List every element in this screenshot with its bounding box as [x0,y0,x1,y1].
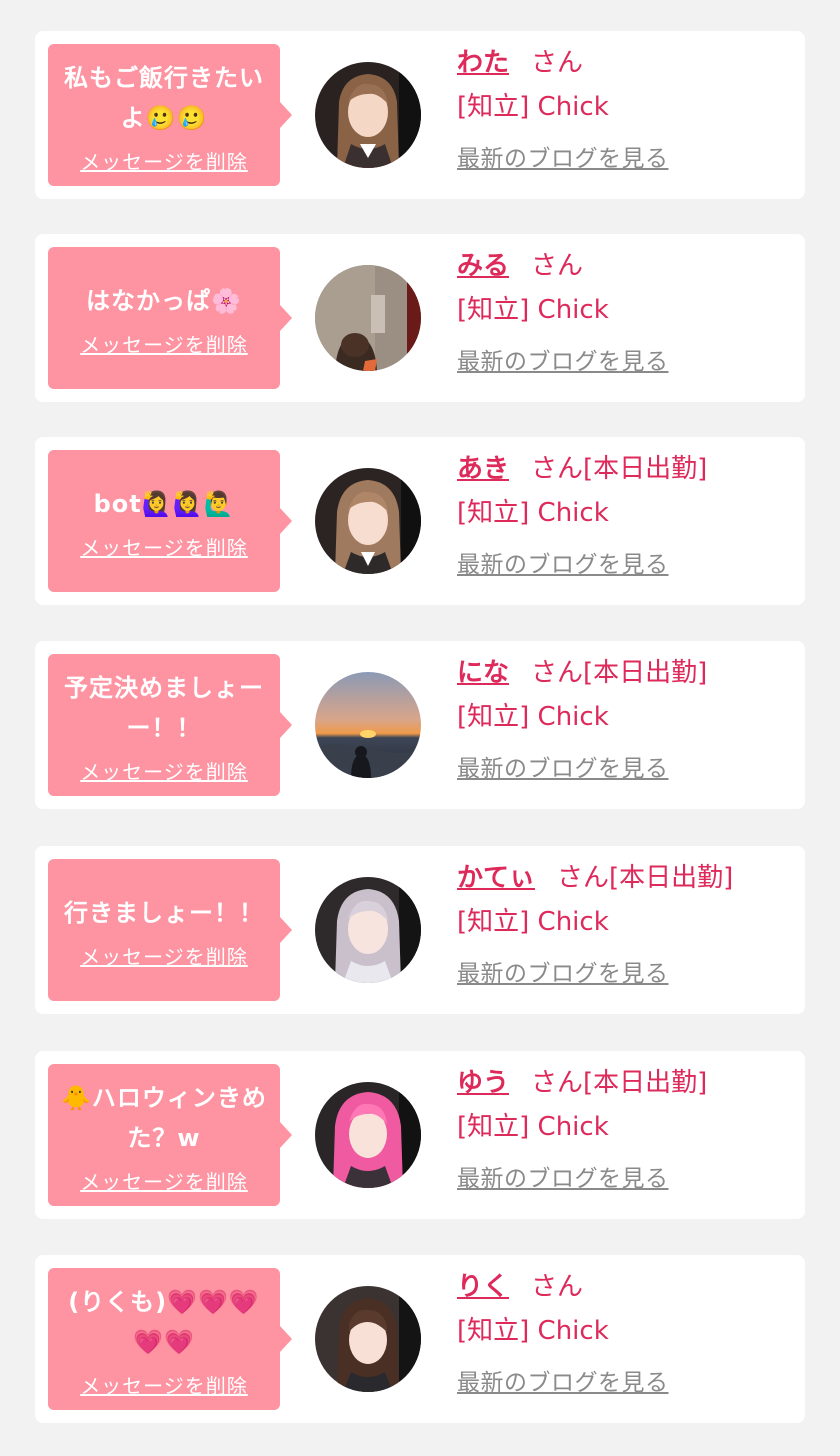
message-text: はなかっぱ🌸 [86,281,242,321]
latest-blog-link[interactable]: 最新のブログを見る [457,1163,669,1195]
user-status: さん[本日出勤] [531,658,708,688]
latest-blog-link[interactable]: 最新のブログを見る [457,1367,669,1399]
shop-name: [知立] Chick [457,498,609,528]
user-status: さん [531,1272,584,1302]
user-info: あき さん[本日出勤] [知立] Chick 最新のブログを見る [457,449,797,581]
message-line: 私もご飯行きたい [64,63,264,92]
user-name-link[interactable]: わた [457,48,509,78]
message-line: 🐥ハロウィンきめ [61,1083,267,1112]
delete-message-link[interactable]: メッセージを削除 [80,1166,248,1195]
delete-message-link[interactable]: メッセージを削除 [80,532,248,561]
delete-message-link[interactable]: メッセージを削除 [80,1370,248,1399]
user-info: みる さん [知立] Chick 最新のブログを見る [457,246,797,378]
message-text: 🐥ハロウィンきめ た？w [61,1078,267,1158]
delete-message-link[interactable]: メッセージを削除 [80,941,248,970]
message-line: よ🥲🥲 [120,103,208,132]
latest-blog-link[interactable]: 最新のブログを見る [457,958,669,990]
message-line: (りくも)💗💗💗 [68,1287,260,1316]
message-list: 私もご飯行きたい よ🥲🥲 メッセージを削除 わた さん [知立] Chick 最新… [0,0,840,1456]
user-name-link[interactable]: みる [457,251,509,281]
user-info: にな さん[本日出勤] [知立] Chick 最新のブログを見る [457,653,797,785]
user-name-link[interactable]: かてぃ [457,863,535,893]
user-status: さん[本日出勤] [531,1068,708,1098]
avatar[interactable] [315,62,421,168]
avatar[interactable] [315,1286,421,1392]
girl-selfie-avatar-icon [315,1286,421,1392]
avatar[interactable] [315,877,421,983]
shop-name: [知立] Chick [457,1112,609,1142]
message-card: 🐥ハロウィンきめ た？w メッセージを削除 ゆう さん[本日出勤] [知立] Ch… [35,1051,805,1219]
avatar[interactable] [315,468,421,574]
message-bubble: 🐥ハロウィンきめ た？w メッセージを削除 [48,1064,292,1206]
user-status: さん[本日出勤] [557,863,734,893]
user-info: ゆう さん[本日出勤] [知立] Chick 最新のブログを見る [457,1063,797,1195]
message-card: はなかっぱ🌸 メッセージを削除 みる さん [知立] Chick 最新のブログを見… [35,234,805,402]
user-info: りく さん [知立] Chick 最新のブログを見る [457,1267,797,1399]
user-info: わた さん [知立] Chick 最新のブログを見る [457,43,797,175]
avatar[interactable] [315,265,421,371]
message-line: た？w [127,1123,201,1152]
message-bubble: bot🙋‍♀️🙋‍♀️🙋‍♂️ メッセージを削除 [48,450,292,592]
avatar[interactable] [315,672,421,778]
message-card: (りくも)💗💗💗 💗💗 メッセージを削除 りく さん [知立] Chick 最新の… [35,1255,805,1423]
delete-message-link[interactable]: メッセージを削除 [80,756,248,785]
shop-name: [知立] Chick [457,92,609,122]
message-text: 私もご飯行きたい よ🥲🥲 [64,58,264,138]
shop-name: [知立] Chick [457,295,609,325]
message-text: 行きましょー！！ [64,893,264,933]
user-status: さん [531,48,584,78]
message-bubble: 私もご飯行きたい よ🥲🥲 メッセージを削除 [48,44,292,186]
user-name-link[interactable]: りく [457,1272,509,1302]
latest-blog-link[interactable]: 最新のブログを見る [457,143,669,175]
message-text: 予定決めましょー ー！！ [64,668,264,748]
message-line: bot🙋‍♀️🙋‍♀️🙋‍♂️ [93,489,235,518]
message-line: ー！！ [126,713,202,742]
message-line: 💗💗 [133,1327,195,1356]
delete-message-link[interactable]: メッセージを削除 [80,329,248,358]
room-photo-avatar-icon [315,265,421,371]
girl-selfie-avatar-icon [315,877,421,983]
message-text: bot🙋‍♀️🙋‍♀️🙋‍♂️ [94,484,235,524]
latest-blog-link[interactable]: 最新のブログを見る [457,753,669,785]
message-bubble: はなかっぱ🌸 メッセージを削除 [48,247,292,389]
message-line: 予定決めましょー [64,673,264,702]
message-card: bot🙋‍♀️🙋‍♀️🙋‍♂️ メッセージを削除 あき さん[本日出勤] [知立]… [35,437,805,605]
message-card: 私もご飯行きたい よ🥲🥲 メッセージを削除 わた さん [知立] Chick 最新… [35,31,805,199]
latest-blog-link[interactable]: 最新のブログを見る [457,549,669,581]
message-text: (りくも)💗💗💗 💗💗 [68,1282,260,1362]
message-line: 行きましょー！！ [64,898,264,927]
avatar[interactable] [315,1082,421,1188]
message-line: はなかっぱ🌸 [86,286,242,315]
user-status: さん[本日出勤] [531,454,708,484]
user-status: さん [531,251,584,281]
shop-name: [知立] Chick [457,1316,609,1346]
message-card: 行きましょー！！ メッセージを削除 かてぃ さん[本日出勤] [知立] Chick… [35,846,805,1014]
message-bubble: 行きましょー！！ メッセージを削除 [48,859,292,1001]
pink-hair-girl-avatar-icon [315,1082,421,1188]
girl-selfie-avatar-icon [315,62,421,168]
shop-name: [知立] Chick [457,907,609,937]
user-name-link[interactable]: にな [457,658,509,688]
girl-selfie-avatar-icon [315,468,421,574]
user-name-link[interactable]: ゆう [457,1068,509,1098]
message-bubble: (りくも)💗💗💗 💗💗 メッセージを削除 [48,1268,292,1410]
delete-message-link[interactable]: メッセージを削除 [80,146,248,175]
sunset-beach-avatar-icon [315,672,421,778]
shop-name: [知立] Chick [457,702,609,732]
user-info: かてぃ さん[本日出勤] [知立] Chick 最新のブログを見る [457,858,797,990]
message-bubble: 予定決めましょー ー！！ メッセージを削除 [48,654,292,796]
user-name-link[interactable]: あき [457,454,509,484]
message-card: 予定決めましょー ー！！ メッセージを削除 にな さん[本日出勤] [知立] C… [35,641,805,809]
latest-blog-link[interactable]: 最新のブログを見る [457,346,669,378]
